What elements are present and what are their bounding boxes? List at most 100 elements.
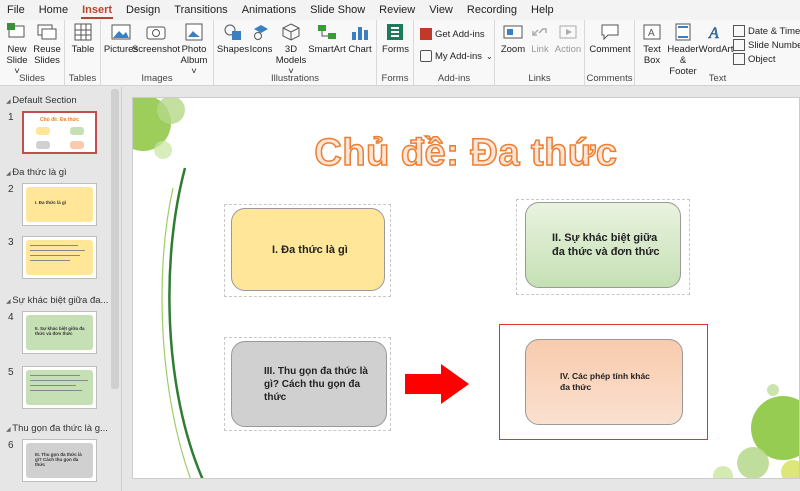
reuse-slides-label: Reuse Slides <box>33 44 61 66</box>
box-cac-phep-tinh[interactable]: IV. Các phép tính khác đa thức <box>525 339 683 425</box>
header-footer-button[interactable]: Header & Footer <box>666 22 700 77</box>
slide-number-label: Slide Number <box>748 39 800 51</box>
forms-label: Forms <box>382 44 409 55</box>
reuse-slides-icon <box>37 22 57 42</box>
box-su-khac-biet[interactable]: II. Sự khác biệt giữa đa thức và đơn thứ… <box>525 202 681 288</box>
slide-title[interactable]: Chủ đề: Đa thức <box>133 131 799 175</box>
group-label-forms: Forms <box>381 73 409 84</box>
group-label-images: Images <box>141 73 173 84</box>
menu-design[interactable]: Design <box>119 0 167 20</box>
box-da-thuc-la-gi[interactable]: I. Đa thức là gì <box>231 208 385 291</box>
svg-text:A: A <box>708 25 719 41</box>
group-forms: Forms Forms <box>377 20 414 86</box>
reuse-slides-button[interactable]: Reuse Slides <box>33 22 61 66</box>
screenshot-button[interactable]: Screenshot <box>132 22 180 55</box>
menu-slide-show[interactable]: Slide Show <box>303 0 372 20</box>
slide-thumbnail-1[interactable]: Chủ đề: Đa thức <box>22 111 97 154</box>
menu-animations[interactable]: Animations <box>235 0 303 20</box>
text-box-button[interactable]: A Text Box <box>639 22 665 66</box>
menu-home[interactable]: Home <box>32 0 75 20</box>
slide-number-icon <box>733 39 745 51</box>
thumb-title: Chủ đề: Đa thức <box>40 117 79 123</box>
header-footer-icon <box>673 22 693 42</box>
icons-icon <box>251 22 271 42</box>
shapes-label: Shapes <box>216 44 250 55</box>
thumb-number: 4 <box>8 312 14 323</box>
new-slide-icon <box>7 22 27 42</box>
slide-thumbnail-panel: Default Section 1 Chủ đề: Đa thức Đa thứ… <box>0 87 122 491</box>
table-icon <box>73 22 93 42</box>
box-thu-gon[interactable]: III. Thu gọn đa thức là gì? Cách thu gọn… <box>231 341 387 427</box>
3d-models-button[interactable]: 3D Models ˅ <box>276 22 306 77</box>
wordart-button[interactable]: A WordArt <box>698 22 734 55</box>
thumb-number: 6 <box>8 440 14 451</box>
group-slides: New Slide ˅ Reuse Slides Slides <box>0 20 65 86</box>
menu-view[interactable]: View <box>422 0 460 20</box>
thumb-box <box>70 127 84 135</box>
cube-icon <box>281 22 301 42</box>
chart-button[interactable]: Chart <box>347 22 373 55</box>
menu-transitions[interactable]: Transitions <box>167 0 234 20</box>
slide-thumbnail-2[interactable]: I. Đa thức là gì <box>22 183 97 226</box>
slide-thumbnail-4[interactable]: II. Sự khác biệt giữa đa thức và đơn thứ… <box>22 311 97 354</box>
comment-button[interactable]: Comment <box>589 22 631 55</box>
ribbon: New Slide ˅ Reuse Slides Slides Table Ta… <box>0 20 800 86</box>
group-label-comments: Comments <box>586 73 633 84</box>
group-text: A Text Box Header & Footer A WordArt Dat… <box>635 20 800 86</box>
get-addins-button[interactable]: Get Add-ins <box>420 28 485 40</box>
thumb-number: 1 <box>8 112 14 123</box>
zoom-button[interactable]: Zoom <box>500 22 526 55</box>
slide-number-button[interactable]: Slide Number <box>733 39 800 51</box>
action-icon <box>558 22 578 42</box>
group-comments: Comment Comments <box>585 20 635 86</box>
link-button[interactable]: Link <box>528 22 552 55</box>
group-label-illustrations: Illustrations <box>270 73 320 84</box>
section-su-khac-biet[interactable]: Sự khác biệt giữa đa... <box>6 295 108 306</box>
object-label: Object <box>748 53 776 65</box>
menu-help[interactable]: Help <box>524 0 561 20</box>
date-time-label: Date & Time <box>748 25 800 37</box>
shapes-button[interactable]: Shapes <box>216 22 250 55</box>
menu-recording[interactable]: Recording <box>460 0 524 20</box>
menu-file[interactable]: File <box>0 0 32 20</box>
thumbnail-scrollbar[interactable] <box>111 89 119 389</box>
object-icon <box>733 53 745 65</box>
thumb-box <box>36 127 50 135</box>
smartart-label: SmartArt <box>308 44 346 55</box>
table-button[interactable]: Table <box>70 22 96 55</box>
slide-thumbnail-6[interactable]: III. Thu gọn đa thức là gì? Cách thu gọn… <box>22 439 97 482</box>
chart-label: Chart <box>348 44 372 55</box>
photo-album-button[interactable]: Photo Album ˅ <box>177 22 211 77</box>
date-time-button[interactable]: Date & Time <box>733 25 800 37</box>
section-thu-gon[interactable]: Thu gọn đa thức là g... <box>6 423 108 434</box>
group-addins: Get Add-ins My Add-ins ⌄ Add-ins <box>414 20 495 86</box>
zoom-label: Zoom <box>500 44 526 55</box>
group-illustrations: Shapes Icons 3D Models ˅ SmartArt Chart <box>214 20 377 86</box>
link-icon <box>530 22 550 42</box>
my-addins-dropdown-icon[interactable]: ⌄ <box>486 52 493 61</box>
menu-review[interactable]: Review <box>372 0 422 20</box>
svg-text:A: A <box>648 28 655 39</box>
addins-icon <box>420 50 432 62</box>
smartart-button[interactable]: SmartArt <box>308 22 346 55</box>
group-label-slides: Slides <box>19 73 45 84</box>
menu-insert[interactable]: Insert <box>75 0 119 20</box>
camera-icon <box>146 22 166 42</box>
thumb-text: I. Đa thức là gì <box>35 200 67 205</box>
new-slide-button[interactable]: New Slide ˅ <box>4 22 30 77</box>
wordart-label: WordArt <box>698 44 734 55</box>
my-addins-button[interactable]: My Add-ins ⌄ <box>420 50 493 62</box>
forms-button[interactable]: Forms <box>382 22 409 55</box>
section-default[interactable]: Default Section <box>6 95 76 106</box>
thumb-text: II. Sự khác biệt giữa đa thức và đơn thứ… <box>35 326 85 336</box>
action-button[interactable]: Action <box>554 22 582 55</box>
comment-icon <box>600 22 620 42</box>
group-images: Pictures Screenshot Photo Album ˅ Images <box>101 20 214 86</box>
object-button[interactable]: Object <box>733 53 775 65</box>
group-tables: Table Tables <box>65 20 101 86</box>
section-da-thuc-la-gi[interactable]: Đa thức là gì <box>6 167 66 178</box>
icons-button[interactable]: Icons <box>249 22 273 55</box>
text-box-label: Text Box <box>643 44 661 66</box>
slide-thumbnail-5[interactable] <box>22 366 97 409</box>
slide-thumbnail-3[interactable] <box>22 236 97 279</box>
